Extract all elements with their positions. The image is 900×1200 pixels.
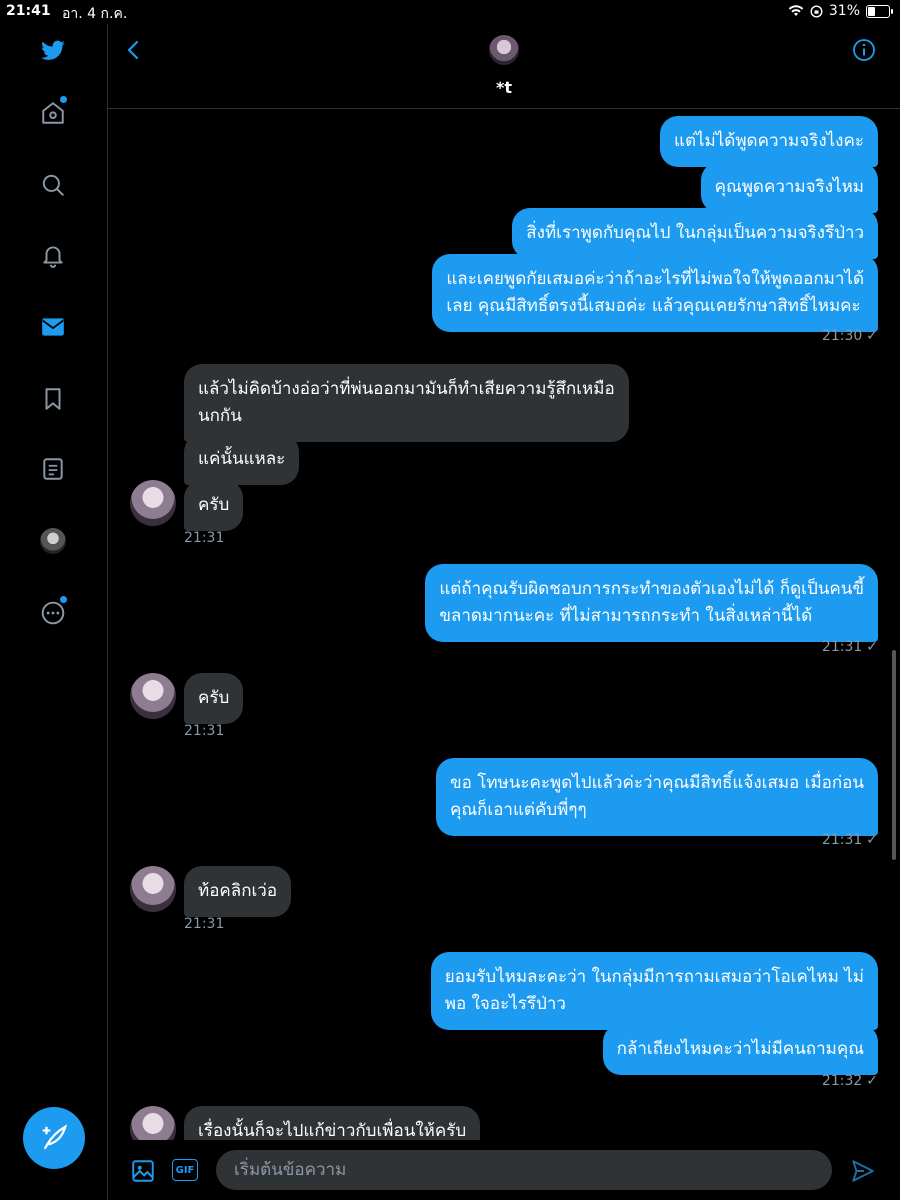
sent-message[interactable]: ยอมรับไหมละคะว่า ในกลุ่มมีการถามเสมอว่าโ… [430,952,878,1030]
mail-icon[interactable] [38,312,68,342]
battery-icon [866,4,893,18]
conversation-name[interactable]: *t [108,78,900,97]
wifi-icon [788,5,804,16]
gif-icon[interactable]: GIF [172,1159,198,1181]
read-check-icon: ✓ [866,832,878,848]
sent-message[interactable]: กล้าเถียงไหมคะว่าไม่มีคนถามคุณ [602,1024,878,1075]
read-check-icon: ✓ [866,1073,878,1089]
message-input[interactable] [216,1150,832,1190]
message-timestamp: 21:31 ✓ [821,832,878,848]
sent-message[interactable]: แต่ถ้าคุณรับผิดชอบการกระทำของตัวเองไม่ได… [425,564,878,642]
message-timestamp: 21:31 [184,723,225,739]
twitter-logo-icon[interactable] [38,36,68,66]
status-right: 31% [788,3,893,19]
message-timestamp: 21:31 [184,916,225,932]
message-composer: GIF [108,1140,900,1200]
home-icon[interactable] [38,96,68,128]
sent-message[interactable]: ขอ โทษนะคะพูดไปแล้วค่ะว่าคุณมีสิทธิ์แจ้ง… [435,758,878,836]
bell-icon[interactable] [38,240,68,270]
received-message[interactable]: ครับ [184,673,244,724]
home-notification-dot [60,96,67,103]
profile-avatar[interactable] [38,526,68,556]
more-notification-dot [60,596,67,603]
received-message[interactable]: แค่นั้นแหละ [184,434,300,485]
sent-message[interactable]: สิ่งที่เราพูดกับคุณไป ในกลุ่มเป็นความจริ… [512,208,878,259]
received-message[interactable]: แล้วไม่คิดบ้างอ่อว่าที่พ่นออกมามันก็ทำเส… [184,364,629,442]
status-time: 21:41 [6,3,51,19]
received-message[interactable]: ครับ [184,480,244,531]
received-message[interactable]: ท้อคลิกเว่อ [184,866,292,917]
conversation-header: *t [108,24,900,109]
compose-tweet-button[interactable] [23,1107,85,1169]
search-icon[interactable] [38,170,68,200]
sender-avatar[interactable] [130,673,176,719]
list-icon[interactable] [38,454,68,484]
send-icon[interactable] [850,1158,876,1184]
read-check-icon: ✓ [866,328,878,344]
info-icon[interactable] [852,38,876,62]
sent-message[interactable]: แต่ไม่ได้พูดความจริงไงคะ [659,116,878,167]
sender-avatar[interactable] [130,480,176,526]
bookmark-icon[interactable] [38,384,68,414]
message-timestamp: 21:31 [184,530,225,546]
message-timestamp: 21:31 ✓ [821,639,878,655]
conversation-avatar[interactable] [489,35,519,65]
message-timestamp: 21:30 ✓ [821,328,878,344]
sent-message[interactable]: คุณพูดความจริงไหม [700,162,878,213]
sidebar [0,24,108,1200]
read-check-icon: ✓ [866,639,878,655]
sent-message[interactable]: และเคยพูดกัยเสมอค่ะว่าถ้าอะไรที่ไม่พอใจใ… [432,254,878,332]
back-chevron-icon[interactable] [122,38,146,62]
status-date: อา. 4 ก.ค. [62,6,128,22]
image-icon[interactable] [130,1158,156,1184]
more-icon[interactable] [38,596,68,628]
compose-tweet-icon [42,1124,68,1150]
message-timestamp: 21:32 ✓ [821,1073,878,1089]
status-bar: 21:41 อา. 4 ก.ค. 31% [0,0,900,24]
rotation-lock-icon [810,4,823,18]
battery-percent: 31% [828,3,860,19]
scrollbar[interactable] [892,650,896,860]
sender-avatar[interactable] [130,866,176,912]
